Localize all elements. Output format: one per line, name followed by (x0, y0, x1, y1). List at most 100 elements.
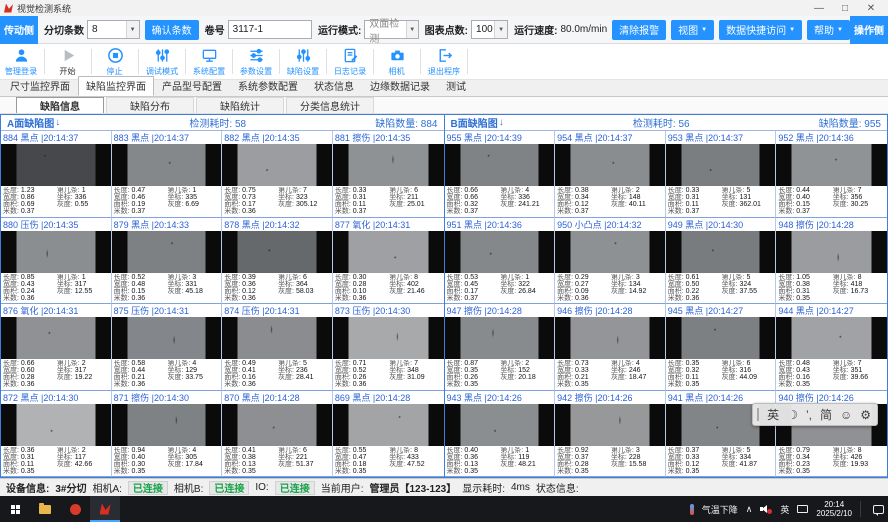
info-value: 19.22 (75, 374, 93, 381)
stop-button[interactable]: 停止 (94, 44, 136, 79)
defect-cell[interactable]: 945 黑点 |20:14:27长度: 0.35宽度: 0.32面积: 0.11… (666, 304, 777, 391)
defect-cell[interactable]: 950 小凸点 |20:14:32长度: 0.29宽度: 0.27面积: 0.0… (555, 218, 666, 305)
defect-info-left: 长度: 1.05宽度: 0.38面积: 0.31米数: 0.35 (778, 274, 832, 304)
defect-cell[interactable]: 882 黑点 |20:14:35长度: 0.75宽度: 0.73面积: 0.17… (222, 131, 333, 218)
ime-halfwidth-icon[interactable]: ☽ (787, 409, 798, 421)
defect-cell[interactable]: 869 黑点 |20:14:28长度: 0.55宽度: 0.47面积: 0.18… (333, 391, 444, 478)
tab-main-2[interactable]: 产品型号配置 (154, 76, 230, 96)
sort-down-icon[interactable]: ↓ (499, 117, 504, 128)
ime-lang-button[interactable]: 英 (767, 409, 779, 421)
login-button[interactable]: 管理登录 (0, 44, 42, 79)
info-line: 长度: 1.05 (778, 274, 832, 281)
drive-side-button[interactable]: 传动侧 (0, 16, 38, 44)
defect-cell[interactable]: 876 氧化 |20:14:31长度: 0.66宽度: 0.60面积: 0.28… (1, 304, 112, 391)
defect-cell[interactable]: 883 黑点 |20:14:37长度: 0.47宽度: 0.46面积: 0.19… (112, 131, 223, 218)
weather-text[interactable]: 气温下降 (702, 503, 738, 516)
tab-main-3[interactable]: 系统参数配置 (230, 76, 306, 96)
minimize-button[interactable]: — (806, 3, 832, 14)
taskbar-clock[interactable]: 20:14 2025/2/10 (816, 500, 852, 518)
tab-main-6[interactable]: 测试 (438, 76, 474, 96)
system-config-button[interactable]: 系统配置 (188, 44, 230, 79)
tab-main-4[interactable]: 状态信息 (306, 76, 362, 96)
defect-cell[interactable]: 946 擦伤 |20:14:28长度: 0.73宽度: 0.33面积: 0.21… (555, 304, 666, 391)
close-button[interactable]: ✕ (858, 3, 884, 14)
roll-number-input[interactable]: 3117-1 (228, 20, 312, 39)
info-value: 0.79 (796, 447, 810, 454)
defect-cell[interactable]: 871 擦伤 |20:14:30长度: 0.94宽度: 0.40面积: 0.30… (112, 391, 223, 478)
camera-button[interactable]: 相机 (376, 44, 418, 79)
tab-sub-0[interactable]: 缺陷信息 (16, 97, 104, 113)
data-access-menu-button[interactable]: 数据快捷访问▼ (719, 20, 802, 40)
defect-cell[interactable]: 874 压伤 |20:14:31长度: 0.49宽度: 0.41面积: 0.16… (222, 304, 333, 391)
run-mode-select[interactable]: 双面检测▼ (364, 20, 418, 39)
tab-sub-1[interactable]: 缺陷分布 (106, 97, 194, 113)
defect-cell[interactable]: 873 压伤 |20:14:30长度: 0.71宽度: 0.52面积: 0.26… (333, 304, 444, 391)
ime-drag-handle[interactable] (757, 408, 759, 421)
ime-emoji-icon[interactable]: ☺ (840, 409, 852, 421)
keyboard-icon[interactable] (797, 505, 808, 513)
view-menu-button[interactable]: 视图▼ (671, 20, 714, 40)
defect-cell[interactable]: 944 黑点 |20:14:27长度: 0.48宽度: 0.43面积: 0.16… (776, 304, 887, 391)
defect-cell[interactable]: 881 擦伤 |20:14:35长度: 0.33宽度: 0.31面积: 0.11… (333, 131, 444, 218)
volume-icon[interactable] (760, 504, 772, 514)
defect-cell[interactable]: 942 擦伤 |20:14:26长度: 0.92宽度: 0.37面积: 0.28… (555, 391, 666, 478)
tab-main-5[interactable]: 边缘数据记录 (362, 76, 438, 96)
debug-mode-button[interactable]: 调试模式 (141, 44, 183, 79)
maximize-button[interactable]: □ (832, 3, 858, 14)
defect-cell[interactable]: 954 黑点 |20:14:37长度: 0.38宽度: 0.34面积: 0.12… (555, 131, 666, 218)
defect-cell[interactable]: 872 黑点 |20:14:30长度: 0.36宽度: 0.31面积: 0.11… (1, 391, 112, 478)
defect-info-left: 长度: 0.29宽度: 0.27面积: 0.09米数: 0.36 (557, 274, 611, 304)
clear-alarm-button[interactable]: 清除报警 (612, 20, 666, 40)
operator-side-button[interactable]: 操作侧 (850, 16, 888, 44)
info-label: 坐标: (278, 194, 296, 201)
ime-language-indicator[interactable]: 英 (780, 503, 789, 516)
tab-sub-2[interactable]: 缺陷统计 (196, 97, 284, 113)
defect-cell[interactable]: 884 黑点 |20:14:37长度: 1.23宽度: 0.86面积: 0.69… (1, 131, 112, 218)
defect-cell[interactable]: 877 氧化 |20:14:31长度: 0.30宽度: 0.28面积: 0.10… (333, 218, 444, 305)
chart-points-select[interactable]: 100▼ (471, 20, 508, 39)
defect-cell[interactable]: 951 黑点 |20:14:36长度: 0.53宽度: 0.45面积: 0.17… (445, 218, 556, 305)
tray-expand-icon[interactable]: ∧ (746, 504, 753, 515)
log-record-button[interactable]: 日志记录 (329, 44, 371, 79)
ime-settings-icon[interactable]: ⚙ (860, 409, 871, 421)
defect-cell[interactable]: 870 黑点 |20:14:28长度: 0.41宽度: 0.38面积: 0.13… (222, 391, 333, 478)
taskbar-app[interactable] (60, 496, 90, 522)
defect-cell[interactable]: 947 擦伤 |20:14:28长度: 0.87宽度: 0.35面积: 0.26… (445, 304, 556, 391)
ime-punctuation-icon[interactable]: ’, (806, 409, 812, 421)
defect-cell[interactable]: 880 压伤 |20:14:35长度: 0.85宽度: 0.43面积: 0.24… (1, 218, 112, 305)
exit-program-button[interactable]: 退出程序 (423, 44, 465, 79)
defect-cell[interactable]: 943 黑点 |20:14:26长度: 0.40宽度: 0.36面积: 0.13… (445, 391, 556, 478)
ime-simplified-button[interactable]: 简 (820, 409, 832, 421)
info-value: 0.16 (796, 374, 810, 381)
start-button[interactable]: 开始 (47, 44, 89, 79)
start-menu-button[interactable] (0, 496, 30, 522)
info-label: 坐标: (500, 281, 518, 288)
defect-cell[interactable]: 878 黑点 |20:14:32长度: 0.39宽度: 0.36面积: 0.12… (222, 218, 333, 305)
defect-cell[interactable]: 948 擦伤 |20:14:28长度: 1.05宽度: 0.38面积: 0.31… (776, 218, 887, 305)
defect-settings-button[interactable]: 缺陷设置 (282, 44, 324, 79)
info-label: 米数: (114, 468, 132, 475)
help-menu-button[interactable]: 帮助▼ (807, 20, 850, 40)
defect-cell[interactable]: 952 黑点 |20:14:36长度: 0.44宽度: 0.40面积: 0.15… (776, 131, 887, 218)
info-label: 宽度: (3, 367, 21, 374)
info-line: 长度: 0.94 (114, 447, 168, 454)
sort-down-icon[interactable]: ↓ (55, 117, 60, 128)
tab-main-1[interactable]: 缺陷监控界面 (78, 76, 154, 96)
notification-center-icon[interactable] (873, 505, 884, 514)
defect-cell[interactable]: 955 黑点 |20:14:39长度: 0.66宽度: 0.66面积: 0.32… (445, 131, 556, 218)
defect-cell[interactable]: 953 黑点 |20:14:37长度: 0.33宽度: 0.31面积: 0.11… (666, 131, 777, 218)
tab-sub-3[interactable]: 分类信息统计 (286, 97, 374, 113)
confirm-count-button[interactable]: 确认条数 (145, 20, 199, 40)
taskbar-file-explorer[interactable] (30, 496, 60, 522)
tab-main-0[interactable]: 尺寸监控界面 (2, 76, 78, 96)
defect-info: 长度: 0.53宽度: 0.45面积: 0.17米数: 0.37第几条: 1坐标… (445, 273, 555, 304)
info-label: 第几条: (57, 447, 82, 454)
parameter-settings-button[interactable]: 参数设置 (235, 44, 277, 79)
info-label: 坐标: (611, 454, 629, 461)
defect-cell[interactable]: 879 黑点 |20:14:33长度: 0.52宽度: 0.48面积: 0.15… (112, 218, 223, 305)
slit-count-select[interactable]: 8▼ (87, 20, 140, 39)
taskbar-inspection-app[interactable] (90, 496, 120, 522)
defect-cell[interactable]: 875 压伤 |20:14:31长度: 0.58宽度: 0.44面积: 0.21… (112, 304, 223, 391)
defect-cell[interactable]: 949 黑点 |20:14:30长度: 0.61宽度: 0.50面积: 0.22… (666, 218, 777, 305)
ime-toolbar[interactable]: 英 ☽ ’, 简 ☺ ⚙ (752, 403, 878, 426)
